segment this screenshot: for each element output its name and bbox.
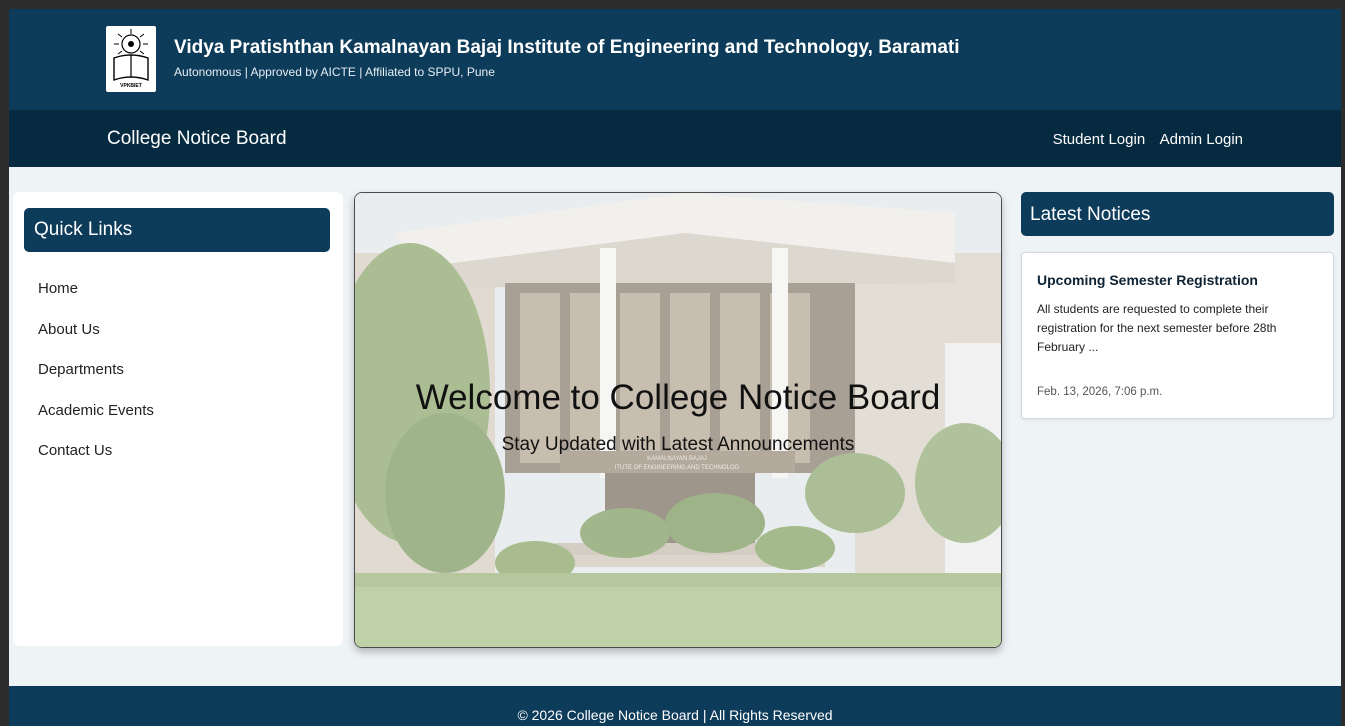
notice-body: All students are requested to complete t… [1037,302,1277,354]
latest-notices-title: Latest Notices [1030,204,1151,225]
quick-links-sidebar: Quick Links Home About Us Departments Ac… [13,192,343,646]
footer-text: © 2026 College Notice Board | All Rights… [517,707,833,723]
student-login-link[interactable]: Student Login [1053,131,1146,148]
quick-link-contact: Contact Us [38,442,154,483]
notice-card[interactable]: Upcoming Semester Registration All stude… [1021,252,1334,419]
logo-caption: VPKBIET [120,83,142,89]
quick-link-home-link[interactable]: Home [38,280,78,297]
notice-date: Feb. 13, 2026, 7:06 p.m. [1037,386,1163,398]
hero-overlay [355,193,1001,647]
navbar-brand[interactable]: College Notice Board [107,128,287,150]
notice-title: Upcoming Semester Registration [1037,272,1258,288]
college-logo: VPKBIET [106,26,156,92]
quick-link-contact-link[interactable]: Contact Us [38,442,112,459]
quick-links-header: Quick Links [24,208,330,252]
quick-link-departments: Departments [38,361,154,402]
page-frame: VPKBIET Vidya Pratishthan Kamalnayan Baj… [9,9,1341,726]
site-footer: © 2026 College Notice Board | All Rights… [9,686,1341,726]
hero-title: Welcome to College Notice Board [415,378,941,417]
quick-link-departments-link[interactable]: Departments [38,361,124,378]
quick-link-events-link[interactable]: Academic Events [38,402,154,419]
latest-notices-header: Latest Notices [1021,192,1334,236]
admin-login-link[interactable]: Admin Login [1160,131,1243,148]
institute-subtitle: Autonomous | Approved by AICTE | Affilia… [174,65,495,79]
quick-links-title: Quick Links [34,219,133,240]
quick-links-list: Home About Us Departments Academic Event… [38,280,154,483]
quick-link-events: Academic Events [38,402,154,443]
quick-link-about-link[interactable]: About Us [38,321,100,338]
hero-banner: KAMALNAYAN BAJAJ ITUTE OF ENGINEERING AN… [354,192,1002,648]
quick-link-about: About Us [38,321,154,362]
quick-link-home: Home [38,280,154,321]
site-header: VPKBIET Vidya Pratishthan Kamalnayan Baj… [9,9,1341,110]
hero-subtitle: Stay Updated with Latest Announcements [501,434,855,455]
navbar-links: Student Login Admin Login [1043,131,1243,149]
institute-name: Vidya Pratishthan Kamalnayan Bajaj Insti… [174,37,960,58]
navbar: College Notice Board Student Login Admin… [9,110,1341,167]
